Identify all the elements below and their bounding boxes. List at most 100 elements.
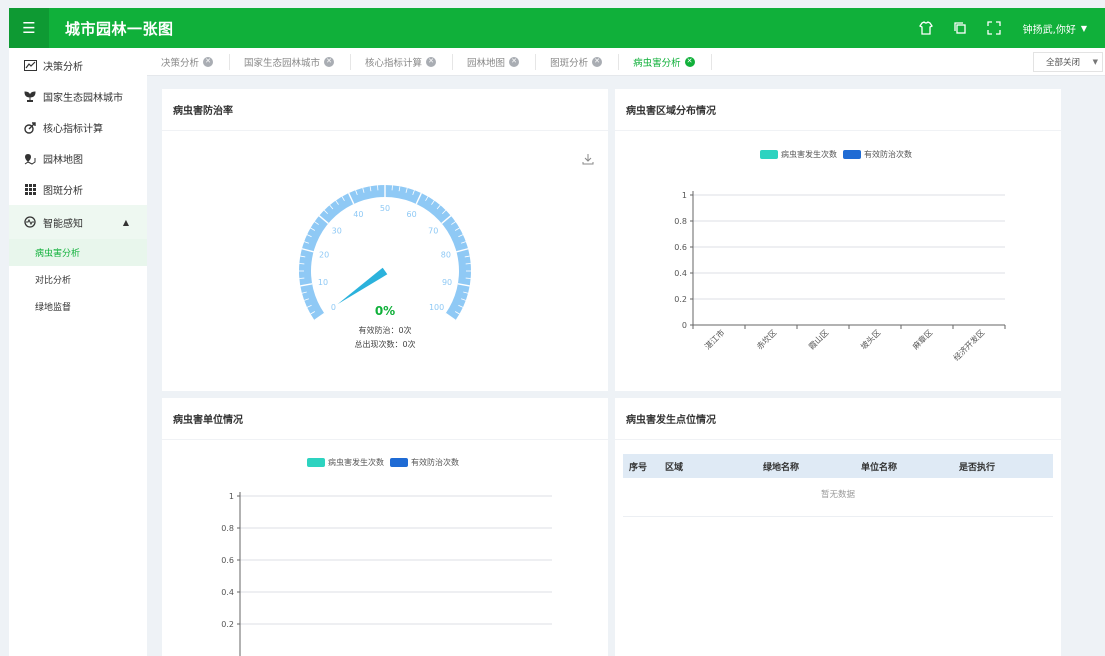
gauge-tick-label: 30	[332, 227, 342, 236]
sidebar-item-eco-city[interactable]: 国家生态园林城市	[9, 81, 147, 112]
x-tick-label: 麻章区	[910, 327, 934, 351]
tab-decision-analysis[interactable]: 决策分析 ✕	[147, 53, 231, 70]
close-icon[interactable]: ✕	[426, 56, 437, 67]
close-all-label: 全部关闭	[1045, 58, 1080, 68]
legend-item-effective[interactable]: 有效防治次数	[843, 149, 912, 160]
y-tick-label: 0.8	[674, 217, 687, 226]
plant-icon	[23, 90, 37, 103]
map-pin-icon	[23, 153, 37, 165]
panel-unit-situation: 病虫害单位情况 病虫害发生次数 有效防治次数 0.2 0.4 0.6 0.8 1	[162, 398, 608, 656]
y-tick-label: 0.4	[674, 269, 687, 278]
fullscreen-button[interactable]	[977, 8, 1011, 48]
shirt-icon	[918, 21, 933, 35]
close-icon[interactable]: ✕	[324, 56, 335, 67]
copy-icon	[954, 22, 966, 34]
tab-label: 决策分析	[161, 57, 200, 69]
y-tick-label: 0.8	[221, 524, 234, 533]
sidebar-item-label: 核心指标计算	[43, 124, 103, 135]
x-tick-label: 霞山区	[806, 327, 830, 351]
caret-down-icon: ▼	[1092, 58, 1098, 66]
top-header: ☰ 城市园林一张图 钟扬武,你好 ▼	[9, 8, 1105, 48]
legend-label: 有效防治次数	[864, 150, 912, 159]
sidebar-item-core-index[interactable]: 核心指标计算	[9, 112, 147, 143]
gauge-tick-label: 90	[442, 278, 452, 287]
theme-toggle-button[interactable]	[909, 8, 943, 48]
panel-region-distribution: 病虫害区域分布情况 病虫害发生次数 有效防治次数 0 0.2 0.4 0.6 0.8 1 湛…	[615, 89, 1061, 391]
close-icon[interactable]: ✕	[203, 56, 214, 67]
copy-window-button[interactable]	[943, 8, 977, 48]
gauge-tick-label: 10	[318, 278, 328, 287]
panel-title: 病虫害区域分布情况	[615, 89, 1061, 131]
legend-item-effective[interactable]: 有效防治次数	[390, 457, 459, 468]
total-occurrence-count: 总出现次数：0次	[354, 340, 416, 349]
sidebar-subitem-pest-analysis[interactable]: 病虫害分析	[9, 239, 147, 266]
sidebar-item-label: 图斑分析	[43, 186, 83, 197]
tab-bar: 决策分析 ✕ 国家生态园林城市 ✕ 核心指标计算 ✕ 园林地图 ✕ 图斑分析 ✕ 病虫害分…	[147, 48, 1105, 76]
target-icon	[23, 121, 37, 134]
legend-swatch	[307, 458, 325, 467]
monitor-icon	[23, 216, 37, 228]
column-header-greenland-name: 绿地名称	[763, 462, 800, 473]
tab-patch-analysis[interactable]: 图斑分析 ✕	[536, 53, 620, 70]
grid-icon	[23, 184, 37, 195]
tab-label: 园林地图	[467, 57, 506, 69]
chart-legend: 病虫害发生次数 有效防治次数	[760, 149, 912, 160]
sidebar-group-label: 智能感知	[43, 218, 83, 230]
sidebar-subitem-greenland-supervision[interactable]: 绿地监督	[9, 293, 147, 320]
caret-up-icon: ▲	[122, 217, 129, 227]
y-tick-label: 1	[229, 492, 234, 501]
legend-swatch	[390, 458, 408, 467]
gauge-pointer	[337, 267, 388, 305]
tab-label: 国家生态园林城市	[244, 57, 321, 69]
table-divider	[623, 516, 1053, 517]
unit-bar-chart: 0.2 0.4 0.6 0.8 1	[221, 492, 552, 656]
gauge-tick-label: 20	[319, 251, 329, 260]
user-menu[interactable]: 钟扬武,你好 ▼	[1023, 21, 1087, 36]
tab-pest-analysis[interactable]: 病虫害分析 ✕	[619, 53, 712, 70]
gauge-tick-label: 80	[441, 251, 451, 260]
tab-eco-city[interactable]: 国家生态园林城市 ✕	[230, 53, 352, 70]
sidebar-item-patch-analysis[interactable]: 图斑分析	[9, 174, 147, 205]
legend-label: 病虫害发生次数	[781, 150, 837, 159]
panel-title: 病虫害单位情况	[162, 398, 608, 440]
app-title: 城市园林一张图	[65, 19, 174, 38]
tab-label: 图斑分析	[550, 57, 589, 69]
legend-swatch	[843, 150, 861, 159]
sidebar-item-decision-analysis[interactable]: 决策分析	[9, 50, 147, 81]
hamburger-icon: ☰	[22, 19, 36, 37]
sidebar-item-garden-map[interactable]: 园林地图	[9, 143, 147, 174]
x-tick-label: 经济开发区	[951, 327, 986, 362]
sidebar-group-smart-sensing[interactable]: 智能感知 ▲	[9, 205, 147, 239]
close-icon[interactable]: ✕	[509, 56, 520, 67]
tab-garden-map[interactable]: 园林地图 ✕	[453, 53, 537, 70]
legend-item-occurrence[interactable]: 病虫害发生次数	[307, 457, 384, 468]
panel-title: 病虫害发生点位情况	[615, 398, 1061, 440]
close-icon[interactable]: ✕	[592, 56, 603, 67]
legend-label: 病虫害发生次数	[328, 458, 384, 467]
legend-item-occurrence[interactable]: 病虫害发生次数	[760, 149, 837, 160]
caret-down-icon: ▼	[1080, 23, 1087, 33]
chart-line-icon	[23, 60, 37, 71]
gauge-tick-label: 60	[407, 210, 417, 219]
y-tick-label: 1	[682, 191, 687, 200]
y-tick-label: 0.4	[221, 588, 234, 597]
x-tick-label: 赤坎区	[754, 327, 778, 351]
x-tick-label: 湛江市	[702, 327, 726, 351]
tab-core-index[interactable]: 核心指标计算 ✕	[351, 53, 454, 70]
region-bar-chart: 0 0.2 0.4 0.6 0.8 1 湛江市 赤坎区 霞山区 坡头区 麻章区 经济开发区	[674, 191, 1006, 363]
chart-legend: 病虫害发生次数 有效防治次数	[307, 457, 459, 468]
close-all-dropdown[interactable]: 全部关闭 ▼	[1032, 52, 1103, 72]
panel-control-rate: 病虫害防治率 0 10 20 30 40 50 60 70 80 90 100 0% 有效防治：0次…	[162, 89, 608, 391]
gauge-percent: 0%	[374, 304, 396, 318]
sidebar-item-label: 国家生态园林城市	[43, 93, 123, 104]
close-icon[interactable]: ✕	[684, 56, 695, 67]
sidebar-item-label: 决策分析	[43, 62, 83, 73]
y-tick-label: 0.6	[221, 556, 234, 565]
sidebar-subitem-comparison[interactable]: 对比分析	[9, 266, 147, 293]
legend-label: 有效防治次数	[411, 458, 459, 467]
menu-toggle-button[interactable]: ☰	[9, 8, 49, 48]
column-header-executed: 是否执行	[959, 462, 996, 473]
column-header-index: 序号	[629, 462, 648, 473]
gauge-chart: 0102030405060708090100	[299, 185, 472, 321]
panel-title: 病虫害防治率	[162, 89, 608, 131]
